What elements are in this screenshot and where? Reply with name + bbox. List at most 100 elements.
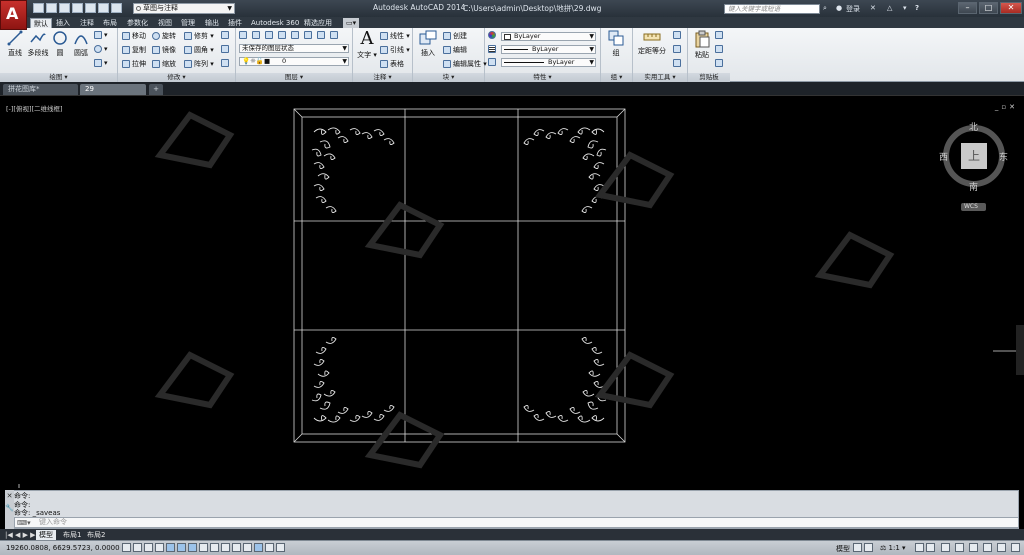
layer-state-select[interactable]: 未保存的图层状态 ▼ (239, 44, 349, 53)
saveas-icon[interactable] (72, 3, 83, 13)
color-select[interactable]: ByLayer ▼ (501, 32, 596, 41)
create-block-button[interactable]: 创建 (443, 31, 467, 41)
layer-tool-6[interactable] (317, 31, 327, 39)
polar-tracking-icon[interactable] (166, 543, 175, 552)
quick-view-layouts-icon[interactable] (853, 543, 862, 552)
quick-view-drawings-icon[interactable] (864, 543, 873, 552)
table-button[interactable]: 表格 (380, 59, 404, 69)
object-snap-icon[interactable] (177, 543, 186, 552)
coordinate-readout[interactable]: 19260.0808, 6629.5723, 0.0000 (6, 544, 120, 552)
help-icon[interactable]: ? (915, 4, 919, 12)
new-icon[interactable] (33, 3, 44, 13)
lineweight-tool[interactable] (488, 58, 498, 66)
ellipse-tool[interactable]: ▾ (94, 45, 108, 53)
copy-button[interactable]: 复制 (122, 45, 146, 55)
connect-icon[interactable]: △ (887, 4, 892, 12)
panel-title-properties[interactable]: 特性 ▾ (485, 73, 600, 82)
3d-osnap-icon[interactable] (188, 543, 197, 552)
linear-dim-button[interactable]: 线性 ▾ (380, 31, 410, 41)
tab-insert[interactable]: 插入 (53, 18, 73, 28)
edit-attributes-button[interactable]: 编辑属性 ▾ (443, 59, 487, 69)
paste-button[interactable]: 粘贴 (692, 30, 712, 60)
signin-link[interactable]: 登录 (846, 4, 860, 14)
maximize-button[interactable]: □ (979, 2, 998, 14)
panel-title-modify[interactable]: 修改 ▾ (118, 73, 235, 82)
undo-icon[interactable] (98, 3, 109, 13)
viewcube-top-face[interactable]: 上 (961, 143, 987, 169)
stretch-button[interactable]: 拉伸 (122, 59, 146, 69)
polyline-button[interactable]: 多段线 (27, 30, 49, 58)
lock-ui-icon[interactable] (955, 543, 964, 552)
erase-tool[interactable] (221, 31, 231, 39)
redo-icon[interactable] (111, 3, 122, 13)
annotation-scale[interactable]: ⚖ 1:1 ▾ (880, 544, 906, 552)
layer-tool-4[interactable] (291, 31, 301, 39)
ortho-mode-icon[interactable] (155, 543, 164, 552)
layout-tab-2[interactable]: 布局2 (84, 530, 108, 540)
user-icon[interactable]: ● (836, 4, 842, 12)
snap-mode-icon[interactable] (133, 543, 142, 552)
lineweight-toggle-icon[interactable] (232, 543, 241, 552)
help-dropdown-icon[interactable]: ▾ (903, 4, 907, 12)
tab-parametric[interactable]: 参数化 (124, 18, 151, 28)
linetype-tool[interactable] (488, 45, 498, 53)
model-space-label[interactable]: 模型 (836, 544, 850, 554)
explode-tool[interactable] (221, 45, 231, 53)
drawing-area[interactable] (0, 95, 1024, 490)
circle-button[interactable]: 圆 (52, 30, 68, 58)
annotation-visibility-icon[interactable] (915, 543, 924, 552)
panel-title-annotation[interactable]: 注释 ▾ (353, 73, 412, 82)
move-button[interactable]: 移动 (122, 31, 146, 41)
minimize-button[interactable]: – (958, 2, 977, 14)
auto-scale-icon[interactable] (926, 543, 935, 552)
arc-button[interactable]: 圆弧 (72, 30, 90, 58)
cut-tool[interactable] (715, 31, 725, 39)
panel-title-clipboard[interactable]: 剪贴板 (688, 73, 730, 82)
tab-layout[interactable]: 布局 (100, 18, 120, 28)
mirror-button[interactable]: 镜像 (152, 45, 176, 55)
layout-tab-model[interactable]: 模型 (36, 530, 56, 540)
layer-tool-5[interactable] (304, 31, 314, 39)
grid-display-icon[interactable] (144, 543, 153, 552)
navigation-bar[interactable] (1016, 325, 1024, 375)
new-tab-button[interactable]: + (149, 84, 163, 95)
group-button[interactable]: 组 (605, 30, 627, 58)
exchange-icon[interactable]: ✕ (870, 4, 876, 12)
lineweight-select[interactable]: ByLayer ▼ (501, 58, 596, 67)
panel-title-draw[interactable]: 绘图 ▾ (0, 73, 117, 82)
utility-tool-1[interactable] (673, 31, 683, 39)
fillet-button[interactable]: 圆角 ▾ (184, 45, 214, 55)
measure-button[interactable]: 定距等分 (637, 30, 667, 56)
tab-featured-apps[interactable]: 精选应用 (301, 18, 335, 28)
ducs-icon[interactable] (210, 543, 219, 552)
dynamic-input-icon[interactable] (221, 543, 230, 552)
command-window-grip[interactable]: ✕ 🔧 (5, 490, 14, 529)
utility-tool-3[interactable] (673, 59, 683, 67)
layer-tool-2[interactable] (265, 31, 275, 39)
panel-title-groups[interactable]: 组 ▾ (601, 73, 632, 82)
application-menu-button[interactable]: A (0, 0, 27, 30)
trim-button[interactable]: 修剪 ▾ (184, 31, 214, 41)
insert-button[interactable]: 插入 (417, 30, 439, 58)
infer-constraints-icon[interactable] (122, 543, 131, 552)
clean-screen-icon[interactable] (1011, 543, 1020, 552)
text-button[interactable]: A 文字 ▾ (357, 30, 377, 60)
doc-tab-library[interactable]: 拼花图库* (3, 84, 78, 95)
array-button[interactable]: 阵列 ▾ (184, 59, 214, 69)
command-input[interactable]: ⌨▾ 键入命令 (14, 517, 1019, 528)
print-icon[interactable] (85, 3, 96, 13)
selection-cycling-icon[interactable] (265, 543, 274, 552)
close-button[interactable]: ✕ (1000, 2, 1022, 14)
layer-tool-7[interactable] (330, 31, 340, 39)
tab-output[interactable]: 输出 (202, 18, 222, 28)
tab-manage[interactable]: 管理 (178, 18, 198, 28)
layer-select[interactable]: 💡☼🔓■ 0 ▼ (239, 57, 349, 66)
tab-home[interactable]: 默认 (30, 18, 52, 28)
match-properties-tool[interactable] (488, 31, 498, 39)
wcs-menu[interactable]: WCS (961, 203, 986, 211)
layer-tool-1[interactable] (252, 31, 262, 39)
line-button[interactable]: 直线 (6, 30, 24, 58)
hardware-acceleration-icon[interactable] (969, 543, 978, 552)
tab-view[interactable]: 视图 (155, 18, 175, 28)
panel-title-layers[interactable]: 图层 ▾ (236, 73, 352, 82)
